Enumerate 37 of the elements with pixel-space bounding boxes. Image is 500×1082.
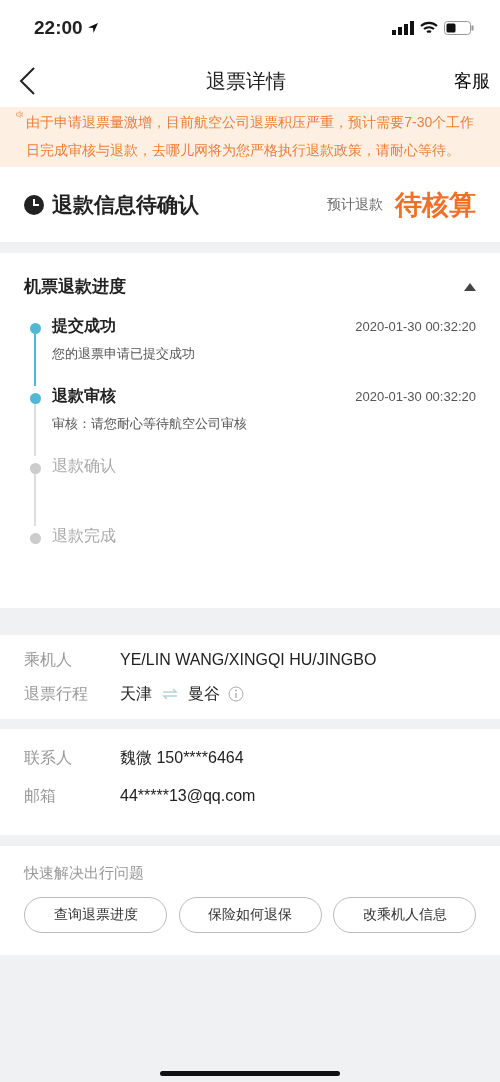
refund-value: 待核算 <box>395 188 476 222</box>
field-label: 退票行程 <box>24 683 89 704</box>
section-title: 机票退款进度 <box>24 276 126 298</box>
field-label: 联系人 <box>24 747 73 768</box>
customer-service-link[interactable]: 客服 <box>454 69 490 93</box>
collapse-icon[interactable] <box>464 282 476 291</box>
route-destination: 曼谷 <box>188 683 220 704</box>
notice-text: 由于申请退票量激增，目前航空公司退票积压严重，预计需要7-30个工作日完成审核与退款，去哪儿网将为您严格执行退款政策，请耐心等待。 <box>26 113 476 160</box>
location-arrow-icon <box>86 21 99 34</box>
quick-action-button[interactable]: 查询退票进度 <box>24 897 167 933</box>
wifi-icon <box>420 20 438 35</box>
speaker-icon <box>16 108 24 121</box>
route-origin: 天津 <box>120 683 152 704</box>
quick-action-button[interactable]: 改乘机人信息 <box>333 897 476 933</box>
step-title: 退款完成 <box>52 526 116 546</box>
section-title: 快速解决出行问题 <box>24 864 145 883</box>
field-value: 魏微 150****6464 <box>120 747 244 768</box>
clock-icon <box>24 194 44 215</box>
status-title: 退款信息待确认 <box>52 191 200 218</box>
battery-icon <box>444 20 474 35</box>
step-time: 2020-01-30 00:32:20 <box>355 389 476 404</box>
signal-icon <box>392 20 414 35</box>
field-value: YE/LIN WANG/XINGQI HU/JINGBO <box>120 651 377 669</box>
clock-time: 22:00 <box>34 16 83 39</box>
field-label: 乘机人 <box>24 649 73 670</box>
step-description: 您的退票申请已提交成功 <box>52 345 196 363</box>
step-time: 2020-01-30 00:32:20 <box>355 319 476 334</box>
field-value: 44*****13@qq.com <box>120 787 256 805</box>
step-title: 退款审核 <box>52 386 116 406</box>
quick-action-button[interactable]: 保险如何退保 <box>178 897 322 933</box>
field-label: 邮箱 <box>24 785 57 806</box>
step-description: 审核：请您耐心等待航空公司审核 <box>52 415 248 433</box>
step-title: 提交成功 <box>52 316 116 336</box>
swap-arrows-icon <box>162 688 178 700</box>
step-title: 退款确认 <box>52 456 116 476</box>
page-title: 退票详情 <box>206 68 286 94</box>
refund-label: 预计退款 <box>327 195 383 214</box>
